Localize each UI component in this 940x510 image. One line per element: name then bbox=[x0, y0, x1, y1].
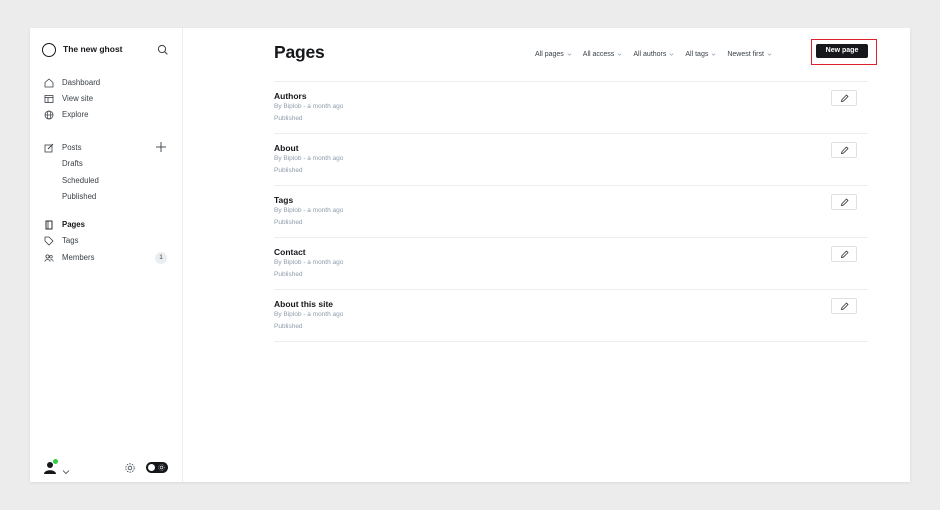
nav-scheduled-label: Scheduled bbox=[62, 176, 99, 185]
chevron-down-icon bbox=[767, 52, 772, 56]
page-meta: By Biplob - a month ago bbox=[274, 207, 344, 214]
filter-tags-label: All tags bbox=[685, 50, 709, 58]
search-icon[interactable] bbox=[156, 43, 170, 57]
pencil-icon bbox=[841, 198, 849, 206]
site-header[interactable]: The new ghost bbox=[42, 43, 170, 59]
members-count-badge: 1 bbox=[155, 252, 167, 264]
ghost-logo-icon bbox=[42, 43, 56, 57]
user-avatar[interactable] bbox=[44, 459, 58, 474]
filter-bar: All pages All access All authors All tag… bbox=[535, 47, 783, 61]
page-title-text[interactable]: Authors bbox=[274, 91, 307, 101]
sidebar-footer bbox=[44, 459, 168, 476]
filter-type-label: All pages bbox=[535, 50, 564, 58]
edit-button[interactable] bbox=[831, 194, 857, 210]
pencil-icon bbox=[841, 302, 849, 310]
edit-button[interactable] bbox=[831, 142, 857, 158]
chevron-down-icon[interactable] bbox=[62, 463, 70, 475]
page-title-text[interactable]: About this site bbox=[274, 299, 333, 309]
page-status: Published bbox=[274, 323, 303, 330]
page-status: Published bbox=[274, 167, 303, 174]
nav-members-label: Members bbox=[62, 253, 95, 262]
nav-posts[interactable]: Posts bbox=[44, 141, 168, 154]
filter-sort-label: Newest first bbox=[727, 50, 764, 58]
online-indicator bbox=[53, 459, 58, 464]
page-status: Published bbox=[274, 115, 303, 122]
nav-pages[interactable]: Pages bbox=[44, 218, 168, 231]
pages-list: Authors By Biplob - a month ago Publishe… bbox=[274, 81, 868, 342]
page-status: Published bbox=[274, 271, 303, 278]
members-icon bbox=[44, 253, 54, 263]
globe-icon bbox=[44, 110, 54, 120]
new-page-highlight: New page bbox=[811, 39, 877, 65]
list-item[interactable]: Contact By Biplob - a month ago Publishe… bbox=[274, 237, 868, 289]
nav-published-label: Published bbox=[62, 192, 97, 201]
page-meta: By Biplob - a month ago bbox=[274, 103, 344, 110]
page-meta: By Biplob - a month ago bbox=[274, 155, 344, 162]
page-title-text[interactable]: About bbox=[274, 143, 299, 153]
list-item[interactable]: Tags By Biplob - a month ago Published bbox=[274, 185, 868, 237]
pencil-icon bbox=[841, 146, 849, 154]
nav-drafts[interactable]: Drafts bbox=[62, 157, 186, 170]
filter-access[interactable]: All access bbox=[583, 51, 623, 58]
dark-mode-toggle-icon[interactable] bbox=[146, 462, 168, 473]
filter-sort[interactable]: Newest first bbox=[727, 51, 772, 58]
gear-icon[interactable] bbox=[124, 461, 136, 473]
sidebar: The new ghost Dashboard View site Explor… bbox=[30, 28, 183, 482]
edit-button[interactable] bbox=[831, 90, 857, 106]
site-title[interactable]: The new ghost bbox=[63, 44, 123, 54]
edit-button[interactable] bbox=[831, 298, 857, 314]
tag-icon bbox=[44, 236, 54, 246]
pencil-square-icon bbox=[44, 143, 54, 153]
nav-scheduled[interactable]: Scheduled bbox=[62, 174, 186, 187]
page-title-text[interactable]: Contact bbox=[274, 247, 306, 257]
nav-view-site[interactable]: View site bbox=[44, 92, 168, 105]
ghost-admin-window: The new ghost Dashboard View site Explor… bbox=[30, 28, 910, 482]
list-item[interactable]: Authors By Biplob - a month ago Publishe… bbox=[274, 81, 868, 133]
chevron-down-icon bbox=[711, 52, 716, 56]
filter-authors[interactable]: All authors bbox=[633, 51, 674, 58]
page-title: Pages bbox=[274, 42, 325, 62]
page-meta: By Biplob - a month ago bbox=[274, 259, 344, 266]
chevron-down-icon bbox=[617, 52, 622, 56]
browser-icon bbox=[44, 94, 54, 104]
toggle-knob bbox=[148, 464, 155, 471]
filter-tags[interactable]: All tags bbox=[685, 51, 716, 58]
home-icon bbox=[44, 77, 54, 88]
list-item[interactable]: About By Biplob - a month ago Published bbox=[274, 133, 868, 185]
nav-explore[interactable]: Explore bbox=[44, 108, 168, 121]
pencil-icon bbox=[841, 94, 849, 102]
filter-authors-label: All authors bbox=[633, 50, 667, 58]
nav-tags[interactable]: Tags bbox=[44, 234, 168, 247]
nav-view-site-label: View site bbox=[62, 94, 94, 103]
new-page-button[interactable]: New page bbox=[816, 44, 868, 58]
page-icon bbox=[44, 220, 54, 230]
list-item[interactable]: About this site By Biplob - a month ago … bbox=[274, 289, 868, 342]
chevron-down-icon bbox=[567, 52, 572, 56]
nav-explore-label: Explore bbox=[62, 110, 89, 119]
page-status: Published bbox=[274, 219, 303, 226]
nav-members[interactable]: Members bbox=[44, 251, 168, 264]
pencil-icon bbox=[841, 250, 849, 258]
page-meta: By Biplob - a month ago bbox=[274, 311, 344, 318]
edit-button[interactable] bbox=[831, 246, 857, 262]
nav-dashboard-label: Dashboard bbox=[62, 78, 101, 87]
nav-published[interactable]: Published bbox=[62, 190, 186, 203]
plus-icon[interactable] bbox=[154, 140, 168, 154]
page-title-text[interactable]: Tags bbox=[274, 195, 293, 205]
filter-access-label: All access bbox=[582, 50, 615, 58]
nav-dashboard[interactable]: Dashboard bbox=[44, 76, 168, 89]
nav-drafts-label: Drafts bbox=[62, 159, 83, 168]
nav-pages-label: Pages bbox=[62, 220, 85, 229]
filter-type[interactable]: All pages bbox=[535, 51, 572, 58]
chevron-down-icon bbox=[669, 52, 674, 56]
nav-posts-label: Posts bbox=[62, 143, 82, 152]
nav-tags-label: Tags bbox=[62, 236, 79, 245]
